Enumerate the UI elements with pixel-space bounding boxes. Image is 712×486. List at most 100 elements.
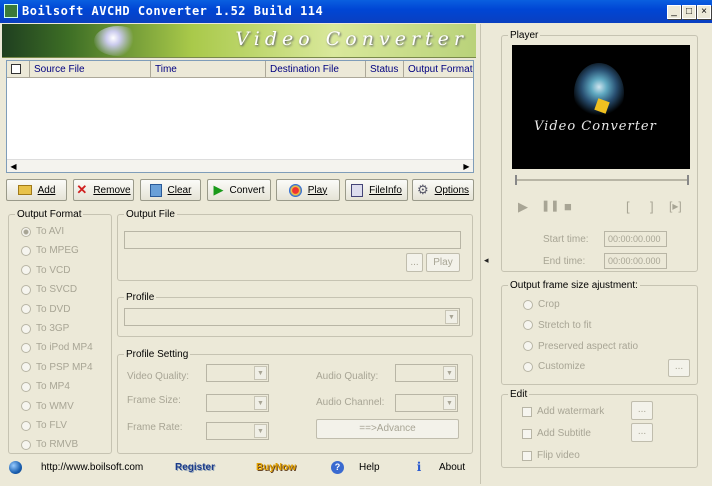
col-status[interactable]: Status [366, 61, 404, 78]
advance-button[interactable]: ==>Advance [316, 419, 459, 439]
horizontal-scrollbar[interactable]: ◀ ▶ [7, 159, 473, 172]
radio-icon[interactable] [523, 320, 533, 331]
play-output-button[interactable]: Play [426, 253, 460, 272]
register-link[interactable]: Register [175, 462, 215, 473]
add-watermark-checkbox[interactable]: Add watermark [522, 406, 604, 417]
scroll-left-icon[interactable]: ◀ [7, 160, 20, 173]
frame-size-option[interactable]: Preserved aspect ratio [523, 341, 638, 352]
help-link[interactable]: Help [359, 462, 380, 473]
radio-icon[interactable] [21, 342, 31, 353]
close-button[interactable]: × [697, 5, 711, 19]
flip-video-checkbox[interactable]: Flip video [522, 450, 580, 461]
pause-icon[interactable]: ❚❚ [541, 199, 559, 212]
next-frame-icon[interactable]: [▸] [669, 199, 682, 213]
mark-out-icon[interactable]: ] [650, 199, 654, 214]
checkbox-box[interactable] [522, 406, 532, 417]
radio-icon[interactable] [21, 381, 31, 392]
play-control-icon[interactable]: ▶ [518, 199, 528, 215]
remove-button[interactable]: ✕ Remove [73, 179, 134, 201]
maximize-button[interactable]: □ [682, 5, 696, 19]
add-label: Add [37, 184, 56, 196]
radio-icon[interactable] [21, 245, 31, 256]
frame-size-option[interactable]: Customize [523, 361, 585, 372]
chevron-down-icon[interactable]: ▼ [254, 424, 267, 438]
audio-quality-select[interactable]: ▼ [395, 364, 458, 382]
chevron-down-icon[interactable]: ▼ [254, 366, 267, 380]
chevron-down-icon[interactable]: ▼ [254, 396, 267, 410]
col-source-file[interactable]: Source File [30, 61, 151, 78]
add-button[interactable]: Add [6, 179, 67, 201]
col-destination-file[interactable]: Destination File [266, 61, 366, 78]
browse-output-button[interactable]: ... [406, 253, 423, 272]
customize-size-button[interactable]: ... [668, 359, 690, 377]
website-link[interactable]: http://www.boilsoft.com [41, 462, 143, 473]
output-format-option[interactable]: To MP4 [21, 381, 70, 392]
radio-icon[interactable] [523, 361, 533, 372]
profile-select[interactable]: ▼ [124, 308, 460, 326]
output-format-option[interactable]: To VCD [21, 265, 70, 276]
mark-in-icon[interactable]: [ [626, 199, 630, 214]
video-quality-select[interactable]: ▼ [206, 364, 269, 382]
buynow-link[interactable]: BuyNow [256, 462, 296, 473]
output-format-option[interactable]: To 3GP [21, 323, 69, 334]
frame-size-option[interactable]: Crop [523, 299, 560, 310]
frame-rate-select[interactable]: ▼ [206, 422, 269, 440]
checkbox-box[interactable] [522, 450, 532, 461]
output-format-option[interactable]: To FLV [21, 420, 67, 431]
select-all-column[interactable] [7, 61, 30, 78]
col-time[interactable]: Time [151, 61, 266, 78]
output-format-option[interactable]: To MPEG [21, 245, 79, 256]
audio-channel-select[interactable]: ▼ [395, 394, 458, 412]
minimize-button[interactable]: _ [667, 5, 681, 19]
radio-icon[interactable] [21, 284, 31, 295]
radio-icon[interactable] [21, 323, 31, 334]
radio-icon[interactable] [21, 420, 31, 431]
fileinfo-button[interactable]: FileInfo [345, 179, 408, 201]
title-bar[interactable]: Boilsoft AVCHD Converter 1.52 Build 114 … [0, 0, 712, 23]
seek-track[interactable] [515, 179, 689, 181]
file-list[interactable]: Source File Time Destination File Status… [6, 60, 474, 173]
subtitle-settings-button[interactable]: ... [631, 423, 653, 442]
seek-handle[interactable] [515, 175, 517, 185]
add-subtitle-checkbox[interactable]: Add Subtitle [522, 428, 591, 439]
output-format-option[interactable]: To iPod MP4 [21, 342, 93, 353]
output-format-option[interactable]: To WMV [21, 401, 74, 412]
chevron-down-icon[interactable]: ▼ [443, 366, 456, 380]
checkbox-box[interactable] [522, 428, 532, 439]
col-output-format[interactable]: Output Format [404, 61, 473, 78]
chevron-down-icon[interactable]: ▼ [443, 396, 456, 410]
end-time-field[interactable]: 00:00:00.000 [604, 253, 667, 269]
convert-button[interactable]: ▶ Convert [207, 179, 271, 201]
radio-icon[interactable] [523, 341, 533, 352]
output-file-input[interactable] [124, 231, 461, 249]
scroll-right-icon[interactable]: ▶ [460, 160, 473, 173]
play-button[interactable]: Play [276, 179, 340, 201]
output-format-option[interactable]: To DVD [21, 304, 70, 315]
output-format-option[interactable]: To PSP MP4 [21, 362, 93, 373]
select-all-checkbox[interactable] [11, 64, 21, 74]
stop-icon[interactable]: ■ [564, 199, 572, 214]
help-icon[interactable]: ? [331, 461, 344, 474]
frame-size-option[interactable]: Stretch to fit [523, 320, 591, 331]
radio-icon[interactable] [21, 439, 31, 450]
banner-text: Video Converter [235, 28, 468, 50]
options-button[interactable]: ⚙ Options [412, 179, 474, 201]
radio-icon[interactable] [21, 362, 31, 373]
splitter[interactable] [480, 24, 481, 484]
clear-button[interactable]: Clear [140, 179, 201, 201]
chevron-down-icon[interactable]: ▼ [445, 310, 458, 324]
radio-icon[interactable] [21, 304, 31, 315]
info-icon[interactable]: i [414, 460, 424, 474]
frame-size-select[interactable]: ▼ [206, 394, 269, 412]
radio-icon[interactable] [523, 299, 533, 310]
output-format-option[interactable]: To SVCD [21, 284, 77, 295]
watermark-settings-button[interactable]: ... [631, 401, 653, 420]
radio-icon[interactable] [21, 226, 31, 237]
output-format-option[interactable]: To RMVB [21, 439, 78, 450]
start-time-field[interactable]: 00:00:00.000 [604, 231, 667, 247]
output-format-option[interactable]: To AVI [21, 226, 64, 237]
radio-icon[interactable] [21, 265, 31, 276]
radio-icon[interactable] [21, 401, 31, 412]
collapse-arrow-icon[interactable]: ◂ [484, 255, 489, 266]
about-link[interactable]: About [439, 462, 465, 473]
